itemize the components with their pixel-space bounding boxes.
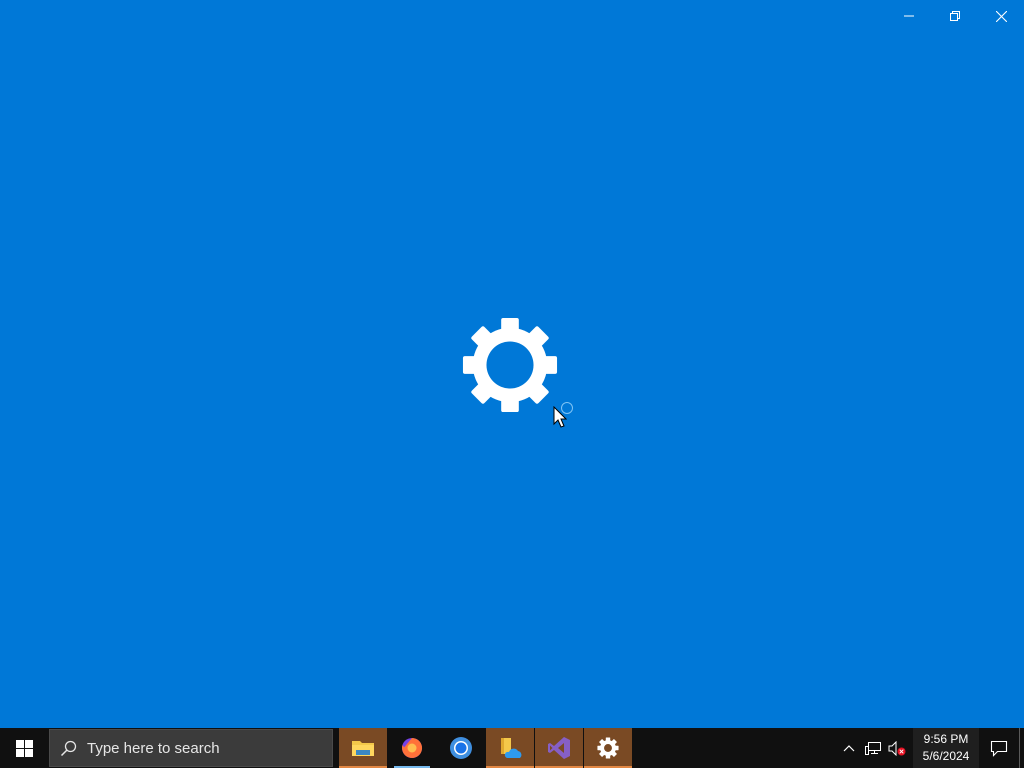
gear-icon	[462, 317, 558, 413]
folder-cloud-icon	[501, 738, 522, 758]
taskbar-search-box[interactable]: Type here to search	[49, 729, 333, 767]
network-tray-button[interactable]	[861, 728, 885, 768]
taskbar: Type here to search 9:56 PM 5/6/2024	[0, 728, 1024, 768]
show-desktop-button[interactable]	[1019, 728, 1024, 768]
taskbar-app-visual-studio[interactable]	[535, 728, 583, 768]
action-center-icon	[990, 740, 1008, 757]
close-button[interactable]	[978, 0, 1024, 32]
taskbar-clock[interactable]: 9:56 PM 5/6/2024	[913, 728, 979, 768]
network-icon	[864, 741, 881, 755]
clock-time: 9:56 PM	[923, 732, 969, 746]
minimize-icon	[904, 15, 914, 17]
taskbar-app-onedrive-files[interactable]	[486, 728, 534, 768]
minimize-button[interactable]	[886, 0, 932, 32]
taskbar-app-settings[interactable]	[584, 728, 632, 768]
taskbar-app-chrome[interactable]	[437, 728, 485, 768]
chevron-up-icon	[843, 745, 855, 752]
clock-date: 5/6/2024	[922, 749, 970, 763]
show-hidden-icons-button[interactable]	[837, 728, 861, 768]
search-icon	[60, 740, 77, 757]
system-tray: 9:56 PM 5/6/2024	[837, 728, 1024, 768]
firefox-icon	[402, 737, 423, 758]
mouse-pointer-icon	[553, 406, 567, 428]
taskbar-apps	[339, 728, 633, 768]
windows-logo-icon	[15, 739, 33, 757]
taskbar-app-firefox[interactable]	[388, 728, 436, 768]
taskbar-app-file-explorer[interactable]	[339, 728, 387, 768]
visual-studio-icon	[548, 737, 570, 759]
settings-splash-window	[0, 0, 1024, 728]
action-center-button[interactable]	[979, 728, 1019, 768]
close-icon	[995, 10, 1007, 22]
volume-muted-icon	[888, 740, 906, 756]
restore-icon	[950, 11, 960, 21]
volume-tray-button[interactable]	[885, 728, 909, 768]
search-placeholder: Type here to search	[87, 739, 220, 757]
start-button[interactable]	[0, 728, 48, 768]
window-controls	[886, 0, 1024, 32]
restore-button[interactable]	[932, 0, 978, 32]
gear-icon	[597, 737, 619, 759]
folder-icon	[352, 741, 374, 756]
chrome-icon	[450, 737, 472, 759]
